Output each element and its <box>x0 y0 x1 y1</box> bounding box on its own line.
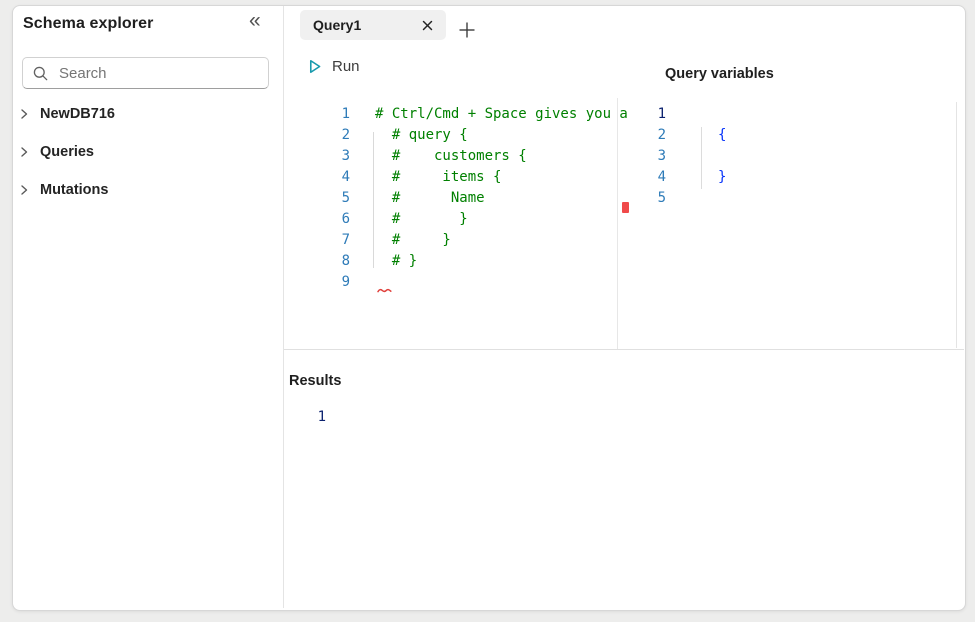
code-line: { <box>718 125 726 146</box>
add-tab-button[interactable] <box>456 19 478 41</box>
line-number: 1 <box>312 407 326 428</box>
tree-item-label: Queries <box>40 144 94 160</box>
results-splitter <box>284 349 964 350</box>
plus-icon <box>457 20 477 40</box>
code-line: # Ctrl/Cmd + Space gives you a <box>375 104 632 125</box>
code-line: } <box>718 167 726 188</box>
variables-editor-gutter: 1 2 3 4 5 <box>648 104 666 209</box>
line-number: 3 <box>648 146 666 167</box>
variables-editor-border <box>956 102 957 348</box>
indent-guide <box>373 132 374 268</box>
code-line <box>375 272 632 293</box>
search-input[interactable] <box>57 64 258 83</box>
line-number: 6 <box>328 209 350 230</box>
chevron-right-icon <box>18 108 30 120</box>
line-number: 3 <box>328 146 350 167</box>
sidebar-item-newdb716[interactable]: NewDB716 <box>18 104 115 124</box>
code-line: # Name <box>375 188 632 209</box>
tree-item-label: NewDB716 <box>40 106 115 122</box>
query-editor-gutter: 1 2 3 4 5 6 7 8 9 <box>328 104 350 293</box>
line-number: 4 <box>328 167 350 188</box>
line-number: 5 <box>648 188 666 209</box>
close-tab-icon[interactable] <box>422 20 433 31</box>
code-line: # customers { <box>375 146 632 167</box>
line-number: 2 <box>648 125 666 146</box>
search-icon <box>33 66 48 81</box>
collapse-sidebar-icon[interactable]: « <box>249 9 261 33</box>
query-variables-title: Query variables <box>665 66 774 82</box>
code-line: # query { <box>375 125 632 146</box>
code-line <box>718 146 726 167</box>
schema-explorer-title: Schema explorer <box>23 15 153 33</box>
overview-ruler-error-marker <box>622 202 629 213</box>
line-number: 2 <box>328 125 350 146</box>
sidebar-item-mutations[interactable]: Mutations <box>18 180 108 200</box>
line-number: 7 <box>328 230 350 251</box>
error-squiggle-icon <box>377 281 392 299</box>
results-editor-gutter: 1 <box>312 407 326 428</box>
tab-label: Query1 <box>313 17 361 33</box>
play-icon <box>306 58 323 75</box>
sidebar-item-queries[interactable]: Queries <box>18 142 94 162</box>
code-line <box>718 188 726 209</box>
app-window: Schema explorer « NewDB716 Queries Mutat… <box>0 0 975 622</box>
code-line: # } <box>375 251 632 272</box>
main-panel <box>12 5 966 611</box>
line-number: 1 <box>648 104 666 125</box>
search-box[interactable] <box>22 57 269 89</box>
tree-item-label: Mutations <box>40 182 108 198</box>
code-line: # } <box>375 230 632 251</box>
tab-query1[interactable]: Query1 <box>300 10 446 40</box>
run-button[interactable]: Run <box>306 55 360 77</box>
variables-editor-code-area[interactable]: { } <box>718 104 726 209</box>
chevron-right-icon <box>18 184 30 196</box>
code-line <box>718 104 726 125</box>
line-number: 1 <box>328 104 350 125</box>
results-title: Results <box>289 373 341 389</box>
code-line: # items { <box>375 167 632 188</box>
line-number: 8 <box>328 251 350 272</box>
run-button-label: Run <box>332 58 360 75</box>
query-editor-code-area[interactable]: # Ctrl/Cmd + Space gives you a # query {… <box>375 104 632 293</box>
sidebar-divider <box>283 6 284 608</box>
editor-splitter <box>617 98 618 349</box>
chevron-right-icon <box>18 146 30 158</box>
line-number: 5 <box>328 188 350 209</box>
indent-guide <box>701 127 702 189</box>
line-number: 4 <box>648 167 666 188</box>
line-number: 9 <box>328 272 350 293</box>
code-line: # } <box>375 209 632 230</box>
